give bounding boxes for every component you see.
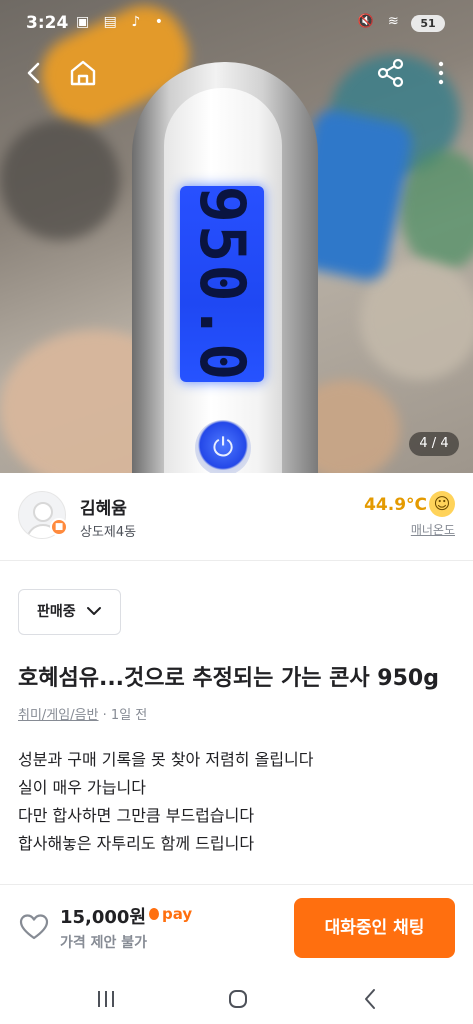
scale-power-icon: ⏻: [195, 420, 251, 473]
bottom-action-bar: 15,000원 pay 가격 제안 불가 대화중인 채팅: [0, 884, 473, 974]
system-back-icon: [365, 989, 375, 1009]
heart-icon: [19, 914, 49, 940]
share-button[interactable]: [374, 56, 408, 90]
pay-badge: pay: [149, 905, 192, 923]
more-icon: [438, 61, 444, 85]
seller-location: 상도제4동: [80, 525, 137, 540]
notification-icons: ▣ ▤ ♪ •: [76, 14, 168, 30]
like-button[interactable]: [18, 911, 50, 943]
chevron-down-icon: [87, 607, 101, 615]
lock-badge-icon: ■: [50, 518, 68, 536]
posted-time: · 1일 전: [98, 708, 148, 723]
manner-face-icon: ☺: [429, 491, 455, 517]
photo-bg-object: [0, 120, 120, 240]
system-home-icon: [229, 990, 247, 1008]
sale-status-dropdown[interactable]: 판매중: [18, 589, 121, 635]
back-icon: [27, 62, 40, 84]
system-back-button[interactable]: [357, 986, 385, 1012]
listing-description: 성분과 구매 기록을 못 찾아 저렴히 올립니다 실이 매우 가늡니다 다만 합…: [18, 746, 458, 858]
chat-button[interactable]: 대화중인 채팅: [294, 898, 455, 958]
home-icon: [70, 60, 96, 86]
more-options-button[interactable]: [424, 56, 458, 90]
recent-apps-button[interactable]: [92, 986, 120, 1012]
listing-meta: 취미/게임/음반 · 1일 전: [18, 704, 147, 723]
home-button[interactable]: [66, 56, 100, 90]
recent-apps-icon: [98, 991, 114, 1007]
system-home-button[interactable]: [224, 986, 252, 1012]
seller-profile[interactable]: 김혜윰 상도제4동 44.9°C ☺ 매너온도: [0, 473, 473, 561]
description-line: 성분과 구매 기록을 못 찾아 저렴히 올립니다: [18, 750, 314, 769]
photo-bg-floor: [360, 260, 473, 380]
product-photo[interactable]: 950.0 ⏻ 3:24 ▣ ▤ ♪ • 🔇 ≋ ▮ 51 4 / 4: [0, 0, 473, 473]
seller-name[interactable]: 김혜윰: [80, 494, 127, 519]
scale-reading: 950.0: [186, 185, 259, 383]
price-negotiation-note: 가격 제안 불가: [60, 935, 148, 951]
manner-temperature: 44.9°C: [364, 495, 427, 515]
status-bar: 3:24 ▣ ▤ ♪ • 🔇 ≋ ▮ 51: [0, 0, 473, 44]
status-time: 3:24: [26, 13, 69, 33]
listing-title: 호혜섬유...것으로 추정되는 가는 콘사 950g: [18, 666, 439, 691]
sale-status-label: 판매중: [37, 604, 76, 620]
manner-temperature-link[interactable]: 매너온도: [411, 521, 455, 538]
description-line: 실이 매우 가늡니다: [18, 778, 146, 797]
category-link[interactable]: 취미/게임/음반: [18, 708, 99, 723]
description-line: 합사해놓은 자투리도 함께 드립니다: [18, 834, 255, 853]
description-line: 다만 합사하면 그만큼 부드럽습니다: [18, 806, 255, 825]
share-icon: [377, 58, 404, 88]
pay-label: pay: [162, 905, 193, 923]
back-button[interactable]: [18, 56, 52, 90]
listing-price: 15,000원: [60, 907, 147, 928]
avatar-head: [33, 502, 53, 522]
system-navigation-bar: [0, 974, 473, 1024]
image-page-counter: 4 / 4: [409, 432, 459, 456]
battery-icon: 51: [411, 15, 445, 32]
carrot-leaf-icon: [149, 908, 159, 920]
